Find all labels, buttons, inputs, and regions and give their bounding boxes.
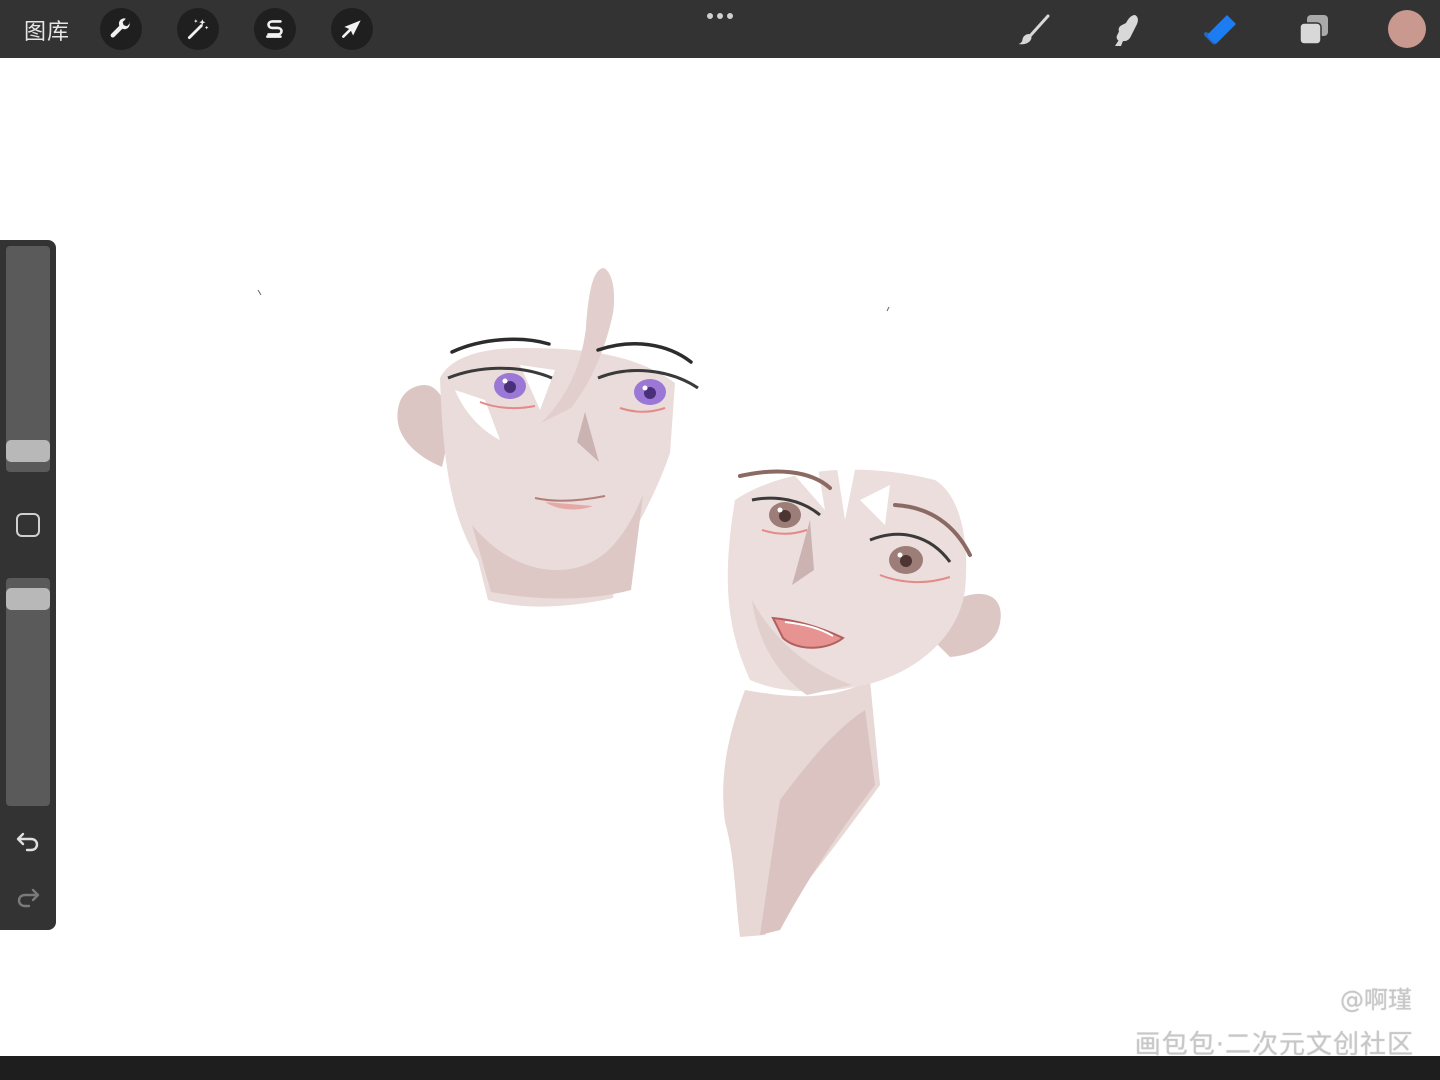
- layers-icon: [1299, 15, 1328, 45]
- smudge-tool-button[interactable]: [1105, 8, 1149, 52]
- right-face-illustration: [723, 450, 1001, 937]
- ellipsis-icon: [707, 13, 713, 19]
- smudge-finger-icon: [1115, 15, 1138, 46]
- adjustments-button[interactable]: [177, 8, 219, 50]
- magic-wand-icon: [187, 19, 209, 40]
- top-toolbar: 图库: [0, 0, 1440, 58]
- actions-button[interactable]: [100, 8, 142, 50]
- ellipsis-dot: [717, 13, 723, 19]
- eraser-tool-button[interactable]: [1198, 8, 1242, 52]
- more-options-button[interactable]: [700, 6, 740, 26]
- layers-button[interactable]: [1292, 8, 1336, 52]
- left-face-illustration: [397, 268, 699, 607]
- brush-icon: [1018, 14, 1050, 45]
- brush-tool-button[interactable]: [1012, 8, 1056, 52]
- selection-s-icon: [266, 20, 283, 38]
- watermark-handle: @啊瑾: [1340, 986, 1412, 1014]
- wrench-icon: [110, 18, 131, 38]
- eraser-icon: [1204, 15, 1236, 45]
- transform-button[interactable]: [331, 8, 373, 50]
- bottom-bar: [0, 1056, 1440, 1080]
- ellipsis-dot: [727, 13, 733, 19]
- current-color-swatch[interactable]: [1388, 10, 1426, 48]
- drawing-canvas[interactable]: [0, 58, 1440, 1056]
- selection-button[interactable]: [254, 8, 296, 50]
- arrow-cursor-icon: [342, 20, 361, 38]
- gallery-button[interactable]: 图库: [24, 14, 70, 46]
